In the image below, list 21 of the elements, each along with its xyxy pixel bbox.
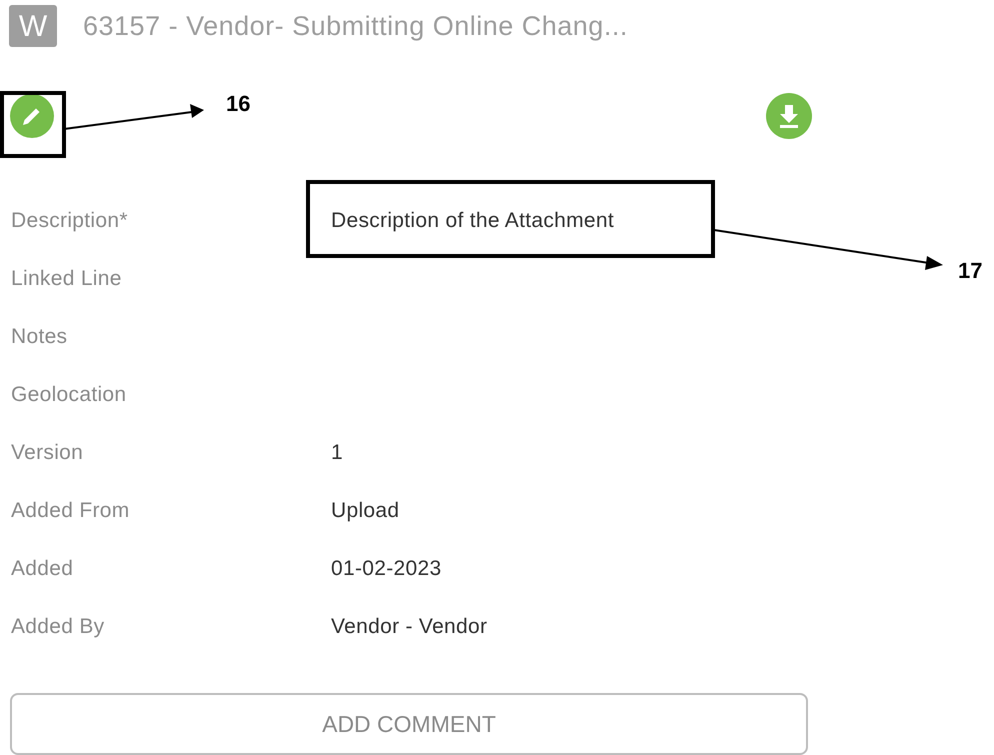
edit-button[interactable] xyxy=(10,94,54,138)
field-label: Added From xyxy=(11,498,131,524)
field-label: Description* xyxy=(11,208,129,234)
field-value: 1 xyxy=(331,440,343,466)
field-label: Notes xyxy=(11,324,68,350)
field-label: Geolocation xyxy=(11,382,128,408)
field-label: Linked Line xyxy=(11,266,123,292)
add-comment-button[interactable]: ADD COMMENT xyxy=(10,693,808,755)
page-title: 63157 - Vendor- Submitting Online Chang... xyxy=(83,10,628,43)
field-label: Version xyxy=(11,440,84,466)
callout-number: 16 xyxy=(226,90,250,118)
field-value: Upload xyxy=(331,498,400,524)
field-value: Description of the Attachment xyxy=(331,208,614,234)
highlight-frame xyxy=(0,91,66,158)
app-logo: W xyxy=(9,5,57,47)
download-icon xyxy=(777,103,801,129)
field-value: Vendor - Vendor xyxy=(331,614,488,640)
field-value: 01-02-2023 xyxy=(331,556,442,582)
field-label: Added By xyxy=(11,614,106,640)
field-label: Added xyxy=(11,556,74,582)
callout-number: 17 xyxy=(958,257,982,285)
